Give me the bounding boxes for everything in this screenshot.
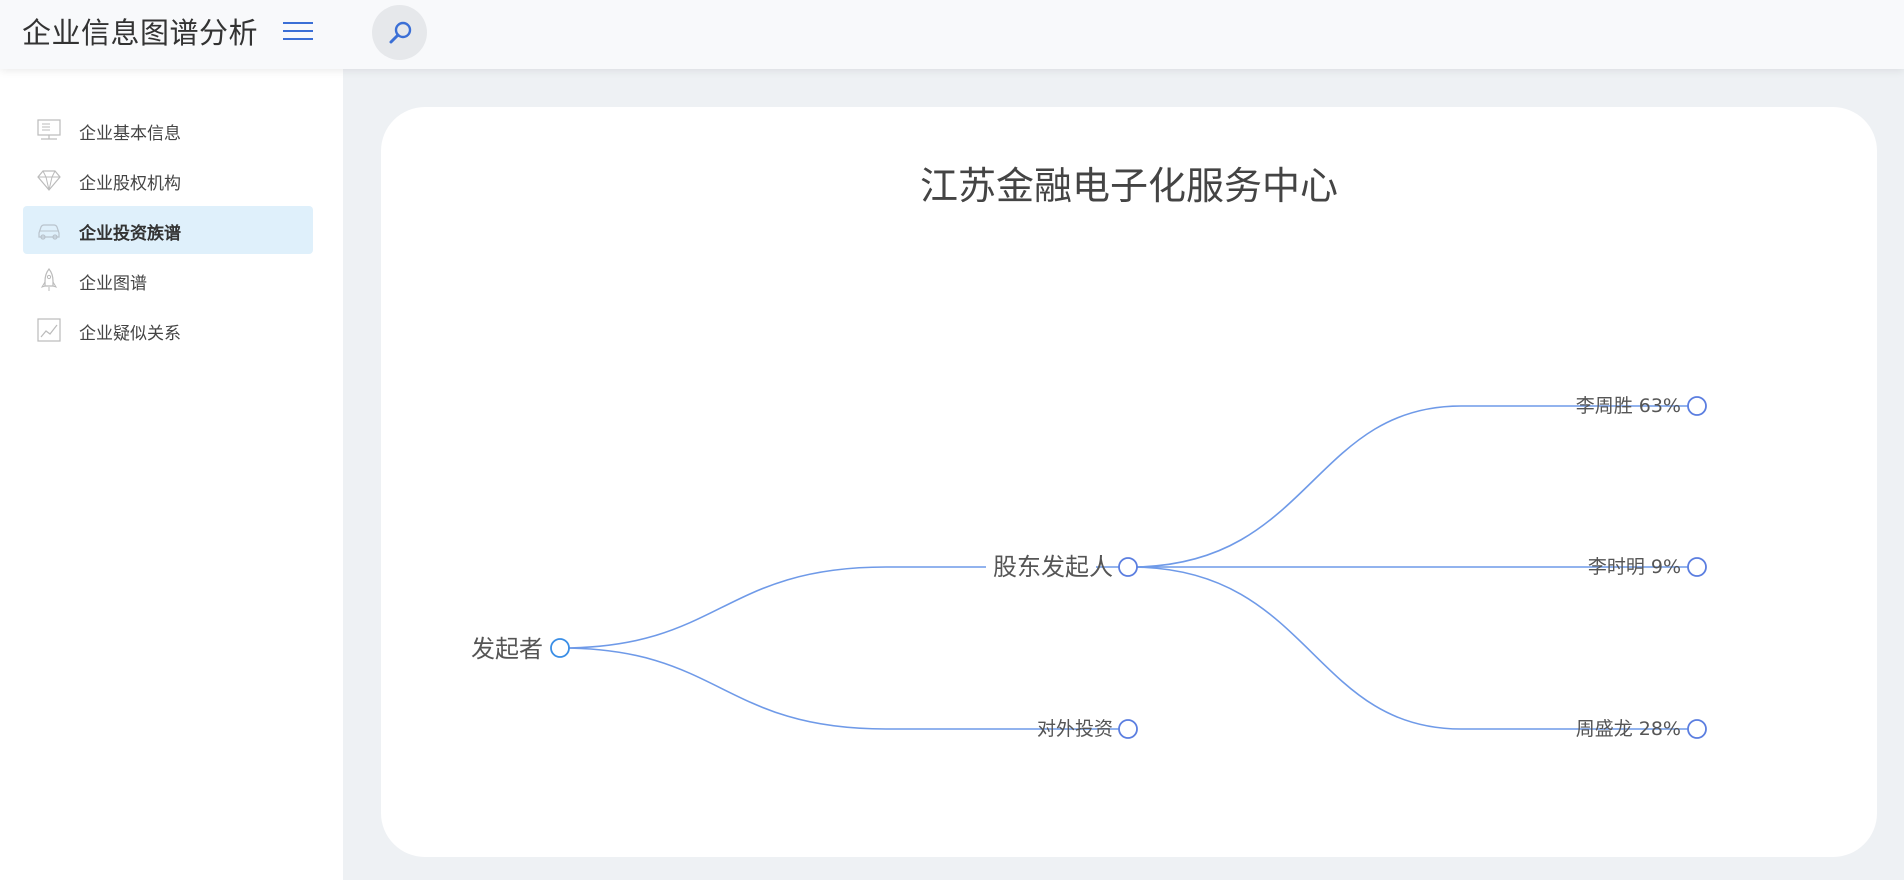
tree-node-root[interactable]: [550, 638, 570, 658]
tree-label-child-2: 李时明 9%: [1588, 556, 1681, 578]
tree-node-child-3[interactable]: [1687, 719, 1707, 739]
investment-tree: 发起者 股东发起人 对外投资 李周胜 63% 李时明 9% 周盛龙 28%: [471, 395, 1707, 740]
app-title: 企业信息图谱分析: [22, 16, 259, 50]
tree-link-shareholders-child-1: [1130, 405, 1462, 568]
main-card: 江苏金融电子化服务中心 发起者 股东发起人 对外投资 李周胜 63% 李时明 9…: [381, 107, 1877, 857]
sidebar-item-label: 企业基本信息: [79, 124, 181, 144]
search-icon: [389, 21, 412, 44]
rocket-icon: [40, 268, 58, 291]
sidebar-item-label: 企业投资族谱: [79, 224, 181, 244]
tree-node-child-2[interactable]: [1687, 557, 1707, 577]
tree-label-child-1: 李周胜 63%: [1576, 395, 1681, 417]
top-header: 企业信息图谱分析: [0, 0, 1904, 69]
sidebar-item-label: 企业图谱: [79, 274, 147, 294]
car-icon: [38, 224, 60, 240]
sidebar: 企业基本信息 企业股权机构 企业投资族谱 企业图谱 企业疑似关系: [0, 69, 343, 880]
tree-link-root-investment: [560, 647, 887, 730]
sidebar-item-label: 企业股权机构: [79, 174, 181, 194]
diamond-icon: [37, 170, 61, 191]
sidebar-item-equity-structure[interactable]: 企业股权机构: [23, 156, 313, 204]
tree-node-investment[interactable]: [1118, 719, 1138, 739]
hamburger-menu-icon[interactable]: [281, 19, 315, 43]
sidebar-item-basic-info[interactable]: 企业基本信息: [23, 106, 313, 154]
tree-node-child-1[interactable]: [1687, 396, 1707, 416]
tree-label-root: 发起者: [471, 635, 543, 663]
tree-link-root-shareholders: [560, 566, 887, 649]
sidebar-item-label: 企业疑似关系: [79, 324, 181, 344]
tree-label-shareholders: 股东发起人: [993, 553, 1113, 581]
tree-label-child-3: 周盛龙 28%: [1576, 718, 1681, 740]
line-chart-icon: [37, 318, 61, 342]
sidebar-item-investment-tree[interactable]: 企业投资族谱: [23, 206, 313, 254]
sidebar-item-graph[interactable]: 企业图谱: [23, 256, 313, 304]
sidebar-item-suspected-relations[interactable]: 企业疑似关系: [23, 306, 313, 354]
search-button[interactable]: [372, 5, 427, 60]
monitor-icon: [37, 119, 61, 140]
tree-link-shareholders-child-3: [1130, 566, 1462, 730]
tree-label-investment: 对外投资: [1037, 718, 1113, 740]
tree-node-shareholders[interactable]: [1118, 557, 1138, 577]
